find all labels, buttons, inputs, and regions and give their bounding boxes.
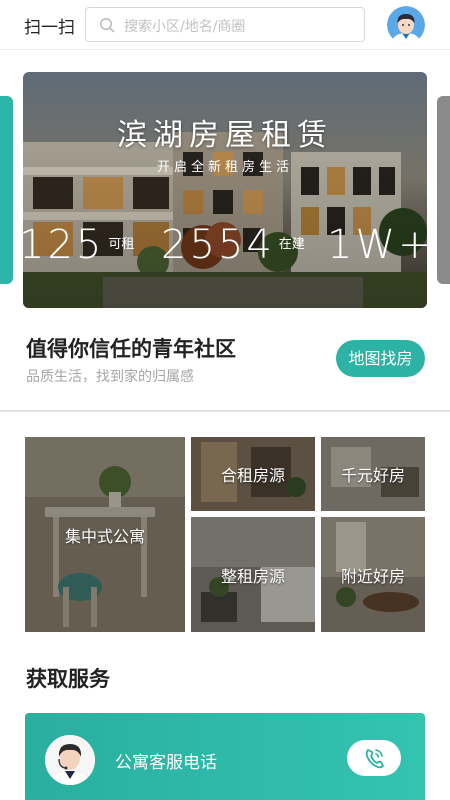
stat-unit: 在建 (278, 237, 305, 252)
category-tile-shared-rental[interactable]: 合租房源 (191, 437, 315, 511)
tile-label: 集中式公寓 (64, 527, 145, 546)
banner-prev-peek[interactable] (0, 96, 13, 284)
stat-value: 125 (23, 222, 105, 268)
banner-image (23, 72, 427, 308)
section-title: 值得你信任的青年社区 (26, 337, 236, 361)
map-search-button[interactable]: 地图找房 (336, 340, 425, 377)
category-tile-whole-rental[interactable]: 整租房源 (191, 517, 315, 632)
section-subtitle: 品质生活，找到家的归属感 (26, 369, 194, 385)
phone-icon (365, 749, 384, 769)
stat-value: 1W+ (327, 222, 427, 268)
services-title: 获取服务 (26, 667, 110, 691)
scan-button[interactable]: 扫一扫 (24, 13, 75, 38)
search-icon (100, 18, 115, 33)
tile-label: 附近好房 (340, 567, 405, 586)
banner-next-peek[interactable] (437, 96, 450, 284)
user-avatar[interactable] (387, 6, 425, 44)
agent-avatar (45, 735, 95, 785)
category-tile-budget-homes[interactable]: 千元好房 (321, 437, 425, 511)
service-label: 公寓客服电话 (115, 753, 217, 773)
service-item-customer-hotline[interactable]: 公寓客服电话 (25, 713, 425, 800)
tile-label: 合租房源 (220, 466, 285, 485)
promo-banner[interactable]: 滨湖房屋租赁 开启全新租房生活 125 可租 2554 在建 1W+ (23, 72, 427, 308)
top-bar: 扫一扫 搜索小区/地名/商圈 (0, 0, 450, 50)
banner-subtitle: 开启全新租房生活 (156, 160, 293, 175)
search-input[interactable]: 搜索小区/地名/商圈 (85, 7, 365, 42)
category-tile-nearby-homes[interactable]: 附近好房 (321, 517, 425, 632)
stat-unit: 可租 (108, 237, 135, 252)
stat-total: 1W+ (327, 222, 427, 268)
stat-value: 2554 (161, 222, 275, 268)
call-button[interactable] (347, 740, 401, 776)
banner-title: 滨湖房屋租赁 (117, 118, 333, 153)
search-placeholder: 搜索小区/地名/商圈 (124, 19, 246, 35)
tile-label: 千元好房 (340, 466, 405, 485)
stat-building: 2554 在建 (161, 222, 305, 268)
stat-available: 125 可租 (23, 222, 135, 268)
tile-label: 整租房源 (220, 567, 285, 586)
divider (0, 410, 450, 412)
category-tile-centralized-apartment[interactable]: 集中式公寓 (25, 437, 185, 632)
